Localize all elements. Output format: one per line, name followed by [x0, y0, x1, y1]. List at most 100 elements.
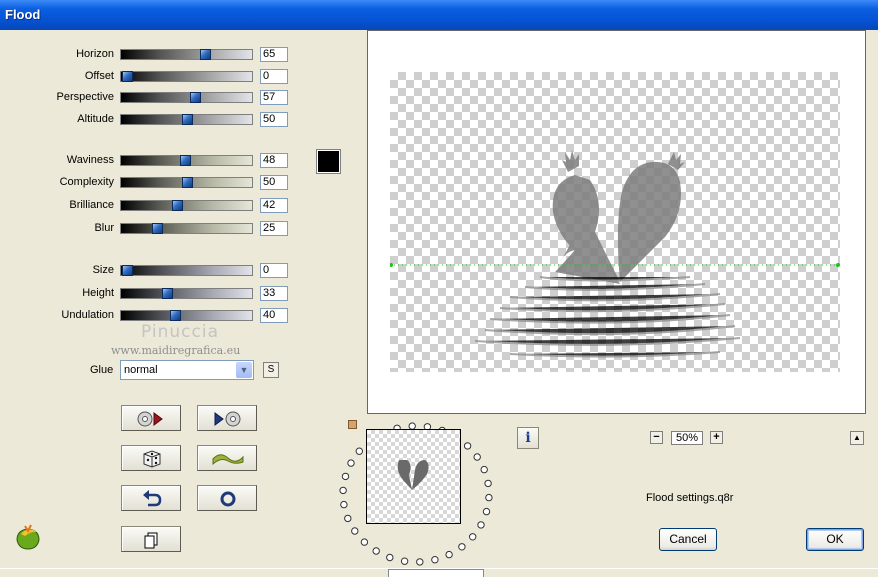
slider-thumb-horizon[interactable] [200, 49, 211, 60]
navigator-dot[interactable] [484, 479, 492, 488]
slider-thumb-perspective[interactable] [190, 92, 202, 103]
navigator-dot[interactable] [463, 442, 472, 450]
info-button[interactable]: i [517, 427, 539, 449]
randomize-button[interactable] [121, 445, 181, 471]
slider-track-altitude[interactable] [120, 114, 253, 125]
navigator-thumbnail[interactable] [366, 429, 461, 524]
slider-thumb-brilliance[interactable] [172, 200, 184, 211]
slider-thumb-waviness[interactable] [179, 155, 191, 166]
slider-value-size[interactable]: 0 [260, 263, 288, 278]
navigator-dot[interactable] [445, 550, 453, 559]
slider-row-offset: Offset 0 [0, 69, 300, 85]
slider-thumb-altitude[interactable] [182, 114, 193, 125]
navigator-dot[interactable] [372, 547, 380, 555]
slider-row-size: Size 0 [0, 263, 300, 279]
glue-select-value: normal [124, 364, 158, 376]
wave-icon [212, 454, 244, 466]
glue-label: Glue [90, 364, 114, 376]
wave-button[interactable] [197, 445, 257, 471]
navigator-dot[interactable] [485, 493, 493, 502]
ok-button[interactable]: OK [806, 528, 864, 551]
preview-canvas [389, 72, 840, 372]
title-bar[interactable]: Flood [0, 0, 878, 30]
slider-value-undulation[interactable]: 40 [260, 308, 288, 323]
slider-track-blur[interactable] [120, 223, 253, 234]
copy-icon [144, 532, 158, 549]
slider-value-brilliance[interactable]: 42 [260, 198, 288, 213]
color-swatch[interactable] [316, 149, 341, 174]
slider-row-brilliance: Brilliance 42 [0, 198, 300, 214]
slider-track-size[interactable] [120, 265, 253, 276]
slider-value-waviness[interactable]: 48 [260, 153, 288, 168]
slider-row-perspective: Perspective 57 [0, 90, 300, 106]
slider-label-offset: Offset [84, 70, 114, 82]
slider-value-perspective[interactable]: 57 [260, 90, 288, 105]
save-preset-button[interactable] [197, 405, 257, 431]
navigator-dot[interactable] [477, 521, 485, 529]
slider-track-waviness[interactable] [120, 155, 253, 166]
undo-icon [143, 490, 162, 507]
slider-track-complexity[interactable] [120, 177, 253, 188]
chevron-down-icon[interactable]: ▼ [236, 362, 252, 378]
navigator-dot[interactable] [355, 447, 363, 455]
undo-button[interactable] [121, 485, 181, 511]
slider-thumb-complexity[interactable] [182, 177, 193, 188]
slider-thumb-undulation[interactable] [170, 310, 181, 321]
navigator-dot[interactable] [469, 533, 477, 541]
slider-row-waviness: Waviness 48 [0, 153, 300, 169]
slider-thumb-size[interactable] [122, 265, 133, 276]
save-preset-icon [214, 411, 241, 427]
slider-row-height: Height 33 [0, 286, 300, 302]
slider-thumb-height[interactable] [161, 288, 173, 299]
slider-track-offset[interactable] [120, 71, 253, 82]
navigator-dot[interactable] [431, 556, 439, 564]
slider-track-brilliance[interactable] [120, 200, 253, 211]
collapse-button[interactable]: ▲ [850, 431, 864, 445]
navigator-dot[interactable] [458, 543, 466, 551]
slider-value-complexity[interactable]: 50 [260, 175, 288, 190]
navigator-dot[interactable] [351, 527, 359, 535]
navigator-dot[interactable] [386, 553, 394, 562]
cancel-button[interactable]: Cancel [659, 528, 717, 551]
slider-row-altitude: Altitude 50 [0, 112, 300, 128]
navigator-dot[interactable] [473, 453, 481, 461]
navigator-dot[interactable] [341, 472, 350, 481]
navigator-dot[interactable] [339, 486, 347, 495]
zoom-level: 50% [671, 431, 703, 445]
slider-track-perspective[interactable] [120, 92, 253, 103]
slider-value-offset[interactable]: 0 [260, 69, 288, 84]
load-preset-button[interactable] [121, 405, 181, 431]
slider-value-height[interactable]: 33 [260, 286, 288, 301]
navigator-dot[interactable] [340, 500, 348, 509]
navigator-dot[interactable] [344, 514, 352, 523]
slider-label-brilliance: Brilliance [69, 199, 114, 211]
navigator-dot[interactable] [360, 538, 369, 546]
zoom-in-button[interactable]: + [710, 431, 723, 444]
navigator-dot[interactable] [400, 557, 409, 565]
reset-icon [220, 491, 236, 507]
watermark-name: Pinuccia [141, 322, 219, 342]
load-preset-icon [137, 411, 163, 427]
copy-button[interactable] [121, 526, 181, 552]
glue-s-button[interactable]: S [263, 362, 279, 378]
reset-button[interactable] [197, 485, 257, 511]
app-logo-icon [16, 524, 40, 550]
slider-track-undulation[interactable] [120, 310, 253, 321]
navigator-dot[interactable] [482, 507, 491, 516]
slider-value-blur[interactable]: 25 [260, 221, 288, 236]
slider-thumb-offset[interactable] [122, 71, 133, 82]
slider-value-horizon[interactable]: 65 [260, 47, 288, 62]
slider-thumb-blur[interactable] [152, 223, 163, 234]
navigator-dot[interactable] [347, 459, 355, 467]
slider-track-height[interactable] [120, 288, 253, 299]
navigator-dot[interactable] [480, 465, 488, 474]
slider-value-altitude[interactable]: 50 [260, 112, 288, 127]
navigator-dot[interactable] [416, 558, 424, 566]
slider-label-waviness: Waviness [66, 154, 114, 166]
glue-select[interactable]: normal ▼ [120, 360, 254, 380]
slider-row-complexity: Complexity 50 [0, 175, 300, 191]
slider-track-horizon[interactable] [120, 49, 253, 60]
preview-pane[interactable] [367, 30, 866, 414]
zoom-out-button[interactable]: − [650, 431, 663, 444]
slider-label-size: Size [92, 264, 114, 276]
